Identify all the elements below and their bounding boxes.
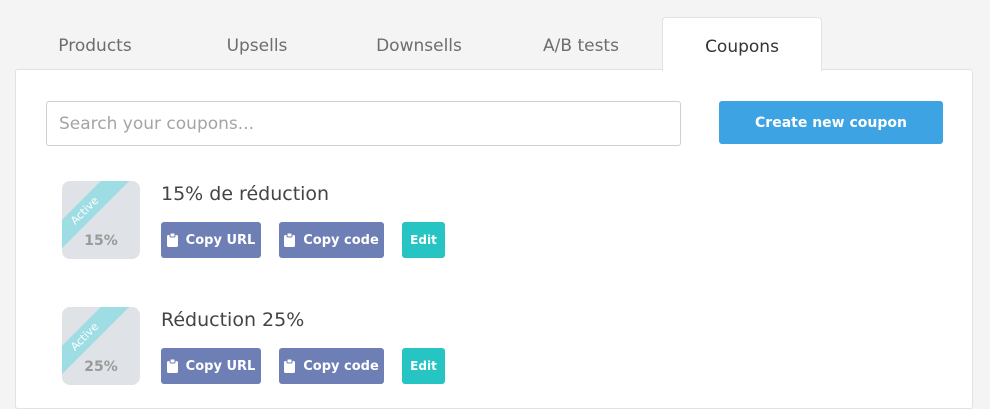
copy-url-label: Copy URL	[185, 358, 256, 374]
copy-code-label: Copy code	[303, 358, 379, 374]
tab-products[interactable]: Products	[14, 17, 176, 70]
coupon-item: Active 25% Réduction 25% Copy URL Copy c…	[62, 307, 922, 387]
copy-url-button[interactable]: Copy URL	[161, 222, 261, 258]
tab-upsells[interactable]: Upsells	[176, 17, 338, 70]
discount-value: 15%	[84, 233, 118, 249]
clipboard-icon	[284, 359, 296, 373]
coupon-title: Réduction 25%	[161, 309, 305, 331]
coupon-title: 15% de réduction	[161, 183, 330, 205]
edit-button[interactable]: Edit	[402, 348, 445, 384]
tab-ab-tests[interactable]: A/B tests	[500, 17, 662, 70]
clipboard-icon	[284, 233, 296, 247]
edit-button[interactable]: Edit	[402, 222, 445, 258]
clipboard-icon	[166, 233, 178, 247]
search-input[interactable]	[46, 101, 681, 146]
copy-url-label: Copy URL	[185, 232, 256, 248]
clipboard-icon	[166, 359, 178, 373]
coupons-panel: Create new coupon Active 15% 15% de rédu…	[15, 69, 973, 409]
discount-value: 25%	[84, 359, 118, 375]
coupon-actions: Copy URL Copy code Edit	[161, 222, 445, 258]
coupon-item: Active 15% 15% de réduction Copy URL Cop…	[62, 181, 922, 261]
tab-coupons[interactable]: Coupons	[662, 17, 822, 71]
coupon-thumbnail: Active 15%	[62, 181, 140, 259]
tab-downsells[interactable]: Downsells	[338, 17, 500, 70]
copy-url-button[interactable]: Copy URL	[161, 348, 261, 384]
create-new-coupon-button[interactable]: Create new coupon	[719, 101, 943, 144]
coupon-actions: Copy URL Copy code Edit	[161, 348, 445, 384]
copy-code-button[interactable]: Copy code	[279, 222, 384, 258]
tab-bar: Products Upsells Downsells A/B tests Cou…	[14, 17, 974, 71]
coupon-thumbnail: Active 25%	[62, 307, 140, 385]
copy-code-button[interactable]: Copy code	[279, 348, 384, 384]
copy-code-label: Copy code	[303, 232, 379, 248]
